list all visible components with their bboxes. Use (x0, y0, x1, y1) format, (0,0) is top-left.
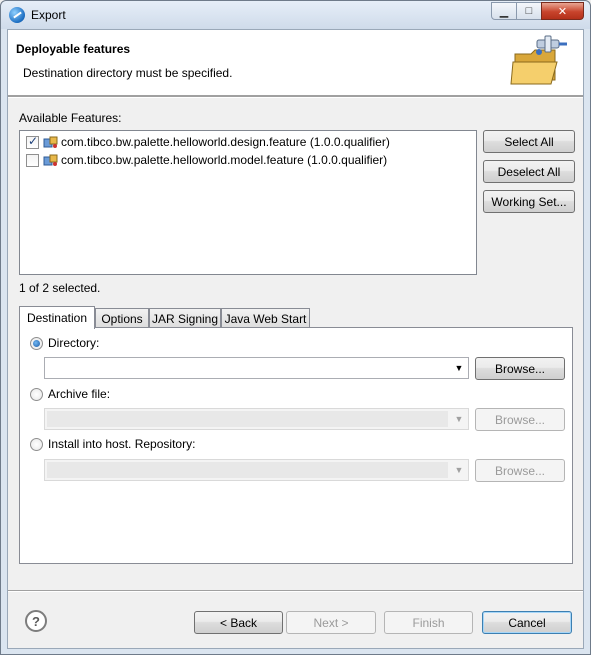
select-all-button[interactable]: Select All (483, 130, 575, 153)
dialog-body: Deployable features Destination director… (7, 29, 584, 649)
title-bar[interactable]: Export ▁ □ ✕ (1, 1, 590, 29)
error-message: Destination directory must be specified. (23, 66, 233, 80)
chevron-down-icon[interactable]: ▼ (450, 358, 468, 378)
help-icon[interactable]: ? (25, 610, 47, 632)
selection-status: 1 of 2 selected. (19, 281, 101, 295)
directory-radio[interactable] (30, 337, 43, 350)
divider (8, 96, 583, 98)
install-input[interactable] (47, 462, 448, 478)
destination-panel: Directory: ▼ Browse... Archive file: ▼ B… (19, 327, 573, 564)
cancel-button[interactable]: Cancel (482, 611, 572, 634)
feature-checkbox[interactable] (26, 153, 39, 167)
next-button[interactable]: Next > (286, 611, 376, 634)
chevron-down-icon[interactable]: ▼ (450, 409, 468, 429)
archive-browse-button[interactable]: Browse... (475, 408, 565, 431)
features-label: Available Features: (19, 111, 122, 125)
export-folder-icon (510, 35, 567, 85)
archive-label: Archive file: (48, 387, 111, 401)
footer-divider (8, 590, 583, 592)
directory-combo[interactable]: ▼ (44, 357, 469, 379)
archive-input[interactable] (47, 411, 448, 427)
chevron-down-icon[interactable]: ▼ (450, 460, 468, 480)
feature-plugin-icon (43, 136, 58, 148)
install-radio[interactable] (30, 438, 43, 451)
wizard-banner: Deployable features Destination director… (8, 30, 583, 96)
working-set-button[interactable]: Working Set... (483, 190, 575, 213)
install-browse-button[interactable]: Browse... (475, 459, 565, 482)
window-title: Export (31, 8, 66, 22)
install-label: Install into host. Repository: (48, 437, 196, 451)
feature-label: com.tibco.bw.palette.helloworld.model.fe… (61, 153, 388, 167)
feature-label: com.tibco.bw.palette.helloworld.design.f… (61, 135, 390, 149)
directory-input[interactable] (47, 360, 448, 376)
eclipse-icon (9, 7, 25, 23)
export-dialog: Export ▁ □ ✕ Deployable features Destina… (0, 0, 591, 655)
tab-java-web-start[interactable]: Java Web Start (221, 308, 310, 328)
features-list[interactable]: com.tibco.bw.palette.helloworld.design.f… (19, 130, 477, 275)
tab-jar-signing[interactable]: JAR Signing (149, 308, 221, 328)
close-button[interactable]: ✕ (541, 2, 584, 20)
window-controls: ▁ □ ✕ (491, 2, 584, 20)
minimize-button[interactable]: ▁ (491, 2, 517, 20)
list-item[interactable]: com.tibco.bw.palette.helloworld.design.f… (26, 133, 390, 151)
tab-destination[interactable]: Destination (19, 306, 95, 329)
back-button[interactable]: < Back (194, 611, 283, 634)
finish-button[interactable]: Finish (384, 611, 473, 634)
list-item[interactable]: com.tibco.bw.palette.helloworld.model.fe… (26, 151, 387, 169)
install-combo[interactable]: ▼ (44, 459, 469, 481)
directory-label: Directory: (48, 336, 100, 350)
archive-combo[interactable]: ▼ (44, 408, 469, 430)
tab-options[interactable]: Options (95, 308, 149, 328)
archive-radio[interactable] (30, 388, 43, 401)
feature-plugin-icon (43, 154, 58, 166)
feature-checkbox[interactable] (26, 134, 39, 149)
deselect-all-button[interactable]: Deselect All (483, 160, 575, 183)
directory-browse-button[interactable]: Browse... (475, 357, 565, 380)
maximize-button[interactable]: □ (516, 2, 542, 20)
page-title: Deployable features (16, 42, 131, 56)
